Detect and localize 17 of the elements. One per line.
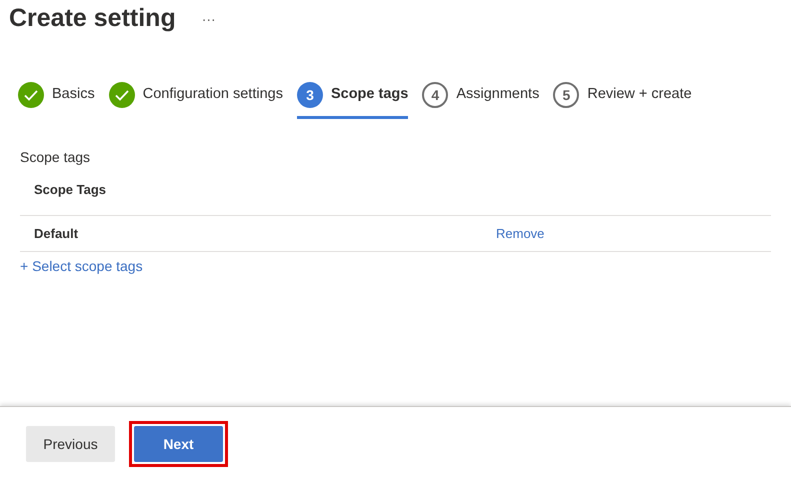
step-number: 3 xyxy=(296,82,323,108)
step-number: 5 xyxy=(553,82,580,108)
wizard-step-tab[interactable]: Basics xyxy=(18,82,95,119)
remove-link[interactable]: Remove xyxy=(496,224,544,244)
more-button[interactable]: ··· xyxy=(202,8,216,30)
table-cell-text: Default xyxy=(34,224,80,243)
wizard-step-tab[interactable]: Configuration settings xyxy=(108,82,283,119)
wizard-step-tab[interactable]: 3 Scope tags xyxy=(296,82,408,119)
previous-button[interactable]: Previous xyxy=(26,426,115,462)
section-title: Scope tags xyxy=(20,148,92,167)
column-header: Scope Tags xyxy=(34,180,106,199)
next-button[interactable]: Next xyxy=(134,426,223,462)
select-scope-tags-link[interactable]: + Select scope tags xyxy=(20,256,143,277)
wizard-step-tab[interactable]: 4 Assignments xyxy=(422,82,540,119)
wizard-step-tab[interactable]: 5 Review + create xyxy=(553,82,692,119)
page-title: Create setting xyxy=(9,3,176,34)
step-number: 4 xyxy=(422,82,448,108)
